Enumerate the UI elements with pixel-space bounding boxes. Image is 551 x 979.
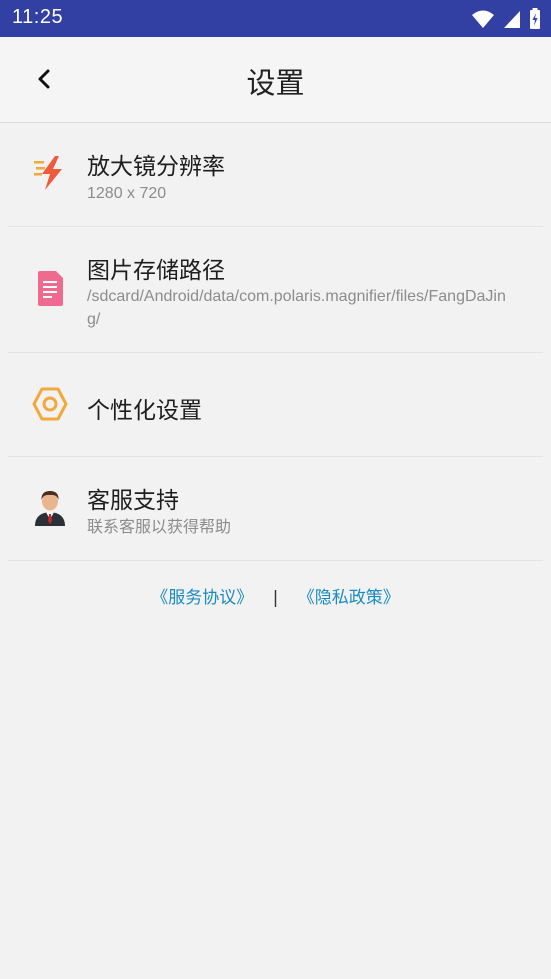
signal-icon [504,11,520,28]
setting-personalization[interactable]: 个性化设置 [8,353,543,457]
setting-label: 客服支持 [87,488,179,514]
lightning-icon [32,155,68,191]
service-agreement-link[interactable]: 《服务协议》 [151,588,253,608]
page-title: 设置 [246,66,305,100]
privacy-policy-link[interactable]: 《隐私政策》 [298,588,400,608]
status-bar: 11:25 [0,0,551,37]
hexagon-settings-icon [32,386,68,422]
status-time: 11:25 [12,6,64,28]
setting-label: 个性化设置 [87,398,202,424]
document-icon [32,271,68,307]
wifi-icon [472,10,494,28]
battery-charging-icon [530,8,540,29]
setting-value: 1280 x 720 [87,185,167,202]
setting-label: 图片存储路径 [87,258,225,284]
status-icons [471,8,541,30]
top-app-bar: 设置 [0,37,551,123]
setting-label: 放大镜分辨率 [87,154,225,180]
setting-storage-path[interactable]: 图片存储路径 /sdcard/Android/data/com.polaris.… [8,227,543,353]
setting-value: /sdcard/Android/data/com.polaris.magnifi… [87,288,506,328]
link-separator: | [272,588,279,608]
policy-links: 《服务协议》 | 《隐私政策》 [0,583,551,608]
setting-customer-support[interactable]: 客服支持 联系客服以获得帮助 [8,457,543,561]
setting-resolution[interactable]: 放大镜分辨率 1280 x 720 [8,123,543,227]
setting-value: 联系客服以获得帮助 [87,519,232,536]
customer-service-icon [32,489,68,526]
